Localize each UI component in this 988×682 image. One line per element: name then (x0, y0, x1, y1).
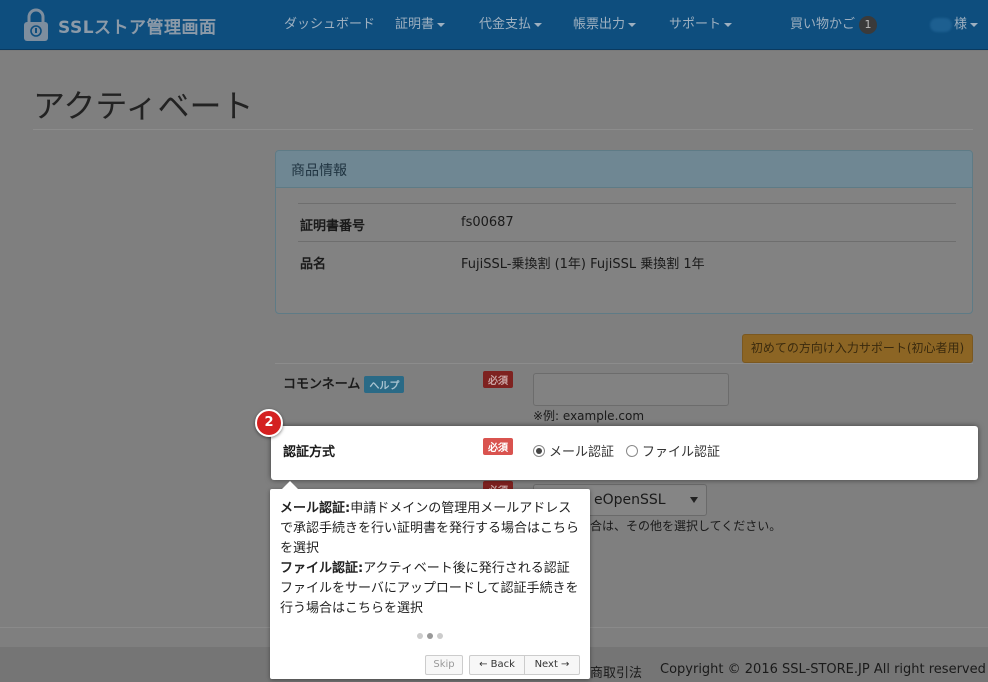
row-key: 品名 (300, 257, 327, 272)
caret-down-icon (534, 22, 543, 27)
footer-copyright: Copyright © 2016 SSL-STORE.JP All right … (660, 662, 986, 677)
panel-heading: 商品情報 (276, 151, 972, 188)
radio-mail-auth[interactable] (533, 444, 545, 457)
progress-dot[interactable] (417, 633, 423, 639)
tour-tooltip-body: メール認証:申請ドメインの管理用メールアドレスで承認手続きを行い証明書を発行する… (280, 499, 580, 619)
common-name-hint: ※例: example.com (533, 409, 645, 423)
nav-support[interactable]: サポート (669, 0, 733, 50)
skip-button[interactable]: Skip (425, 655, 463, 675)
row-value: fs00687 (461, 215, 514, 230)
divider (275, 363, 973, 364)
beginner-support-button[interactable]: 初めての方向け入力サポート(初心者用) (742, 334, 973, 363)
footer-law-link[interactable]: 商取引法 (590, 662, 642, 681)
nav-user-menu[interactable]: 様 (930, 0, 979, 50)
page-title: アクティベート (33, 87, 254, 125)
cart-count-badge: 1 (859, 16, 878, 34)
file-auth-title: ファイル認証: (280, 561, 364, 576)
brand-logo[interactable]: SSLストア管理画面 (22, 6, 217, 44)
lock-icon (24, 8, 48, 41)
nav-reports[interactable]: 帳票出力 (573, 0, 637, 50)
progress-dot-active[interactable] (427, 633, 433, 639)
radio-file-auth[interactable] (626, 444, 639, 457)
tour-step-badge: 2 (255, 409, 283, 437)
common-name-label: コモンネーム ヘルプ (283, 373, 405, 393)
auth-method-radio-group: メール認証 ファイル認証 (533, 441, 732, 460)
auth-method-label: 認証方式 (283, 445, 336, 460)
caret-down-icon (724, 22, 733, 27)
caret-down-icon (970, 22, 979, 27)
radio-mail-auth-label[interactable]: メール認証 (549, 441, 614, 460)
back-button[interactable]: ← Back (469, 655, 525, 675)
help-badge[interactable]: ヘルプ (364, 376, 405, 393)
row-value: FujiSSL-乗換割 (1年) FujiSSL 乗換割 1年 (461, 257, 705, 272)
auth-method-row: 認証方式 必須 メール認証 ファイル認証 (271, 426, 978, 480)
caret-down-icon (437, 22, 446, 27)
brand-title: SSLストア管理画面 (58, 17, 217, 38)
table-row: 品名 FujiSSL-乗換割 (1年) FujiSSL 乗換割 1年 (298, 241, 956, 279)
progress-dot[interactable] (437, 633, 443, 639)
common-name-input[interactable] (533, 373, 729, 406)
required-badge: 必須 (483, 371, 513, 388)
row-key: 証明書番号 (300, 219, 366, 234)
tour-progress-dots (417, 633, 443, 639)
server-type-note: 合は、その他を選択してください。 (590, 519, 782, 533)
avatar (930, 17, 952, 32)
divider (33, 129, 973, 130)
radio-file-auth-label[interactable]: ファイル認証 (642, 441, 720, 460)
product-info-panel: 商品情報 証明書番号 fs00687 品名 FujiSSL-乗換割 (1年) F… (275, 150, 973, 314)
table-row: 証明書番号 fs00687 (298, 203, 956, 241)
nav-cart[interactable]: 買い物かご 1 (790, 0, 878, 50)
required-badge: 必須 (483, 438, 513, 455)
nav-payment[interactable]: 代金支払 (479, 0, 543, 50)
top-navbar: SSLストア管理画面 ダッシュボード 証明書 代金支払 帳票出力 サポート 買い… (0, 0, 988, 50)
caret-down-icon (628, 22, 637, 27)
nav-dashboard[interactable]: ダッシュボード (284, 0, 375, 50)
tour-tooltip: メール認証:申請ドメインの管理用メールアドレスで承認手続きを行い証明書を発行する… (270, 481, 590, 679)
next-button[interactable]: Next → (524, 655, 580, 675)
mail-auth-title: メール認証: (280, 501, 351, 516)
nav-certificates[interactable]: 証明書 (395, 0, 446, 50)
chevron-down-icon (690, 497, 698, 503)
